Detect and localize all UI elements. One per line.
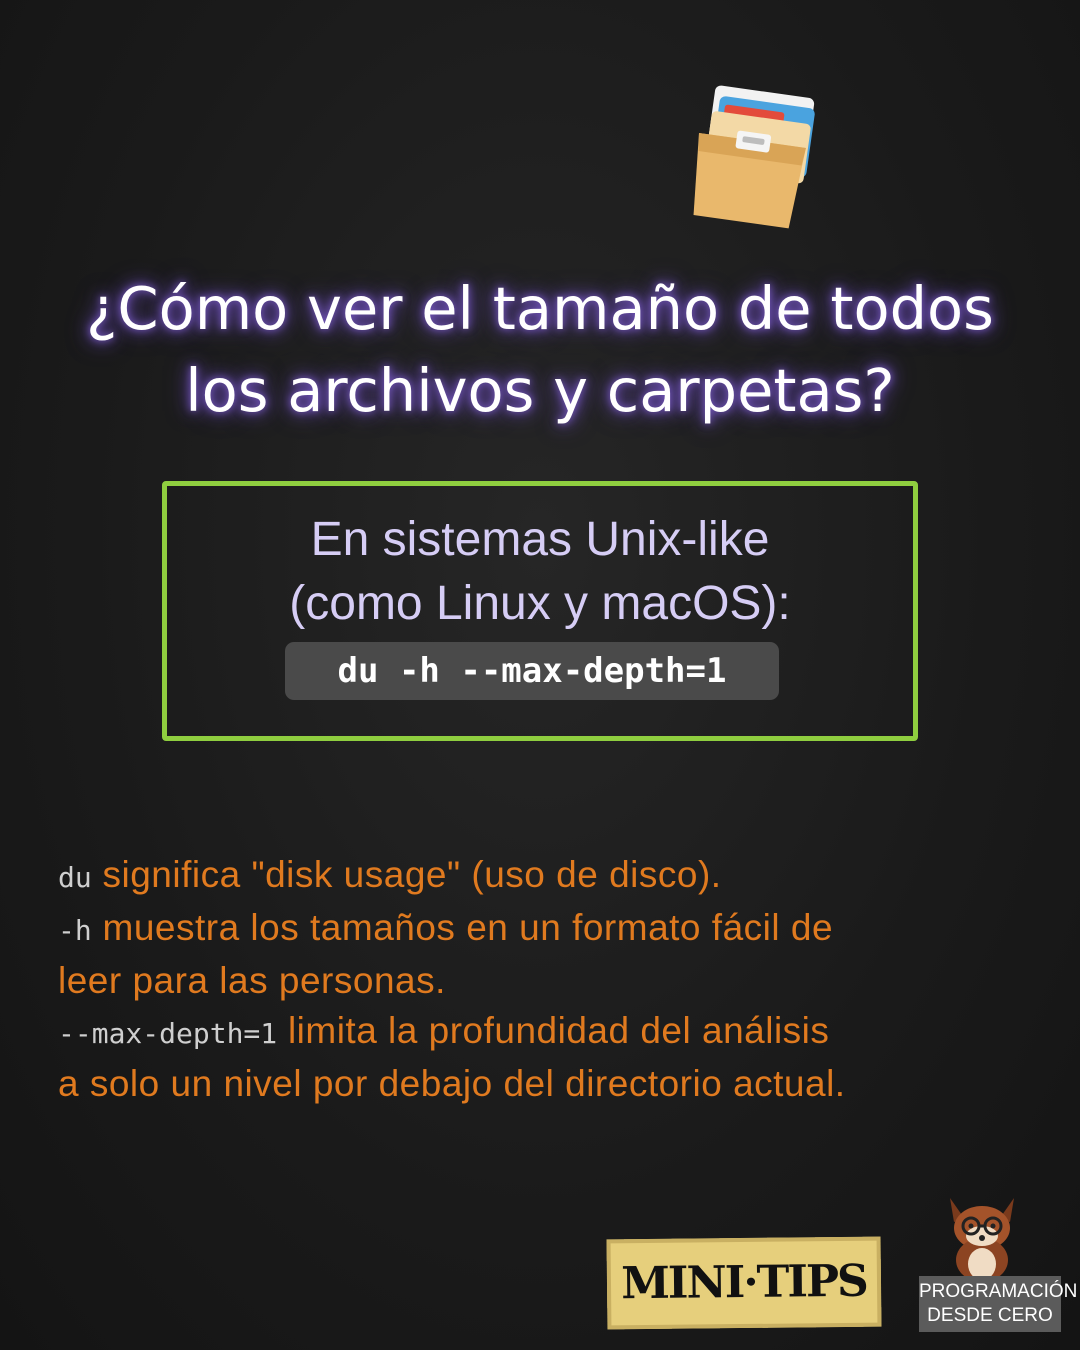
unix-box-line-2: (como Linux y macOS): [289,577,791,630]
title-line-1: ¿Cómo ver el tamaño de todos [86,274,994,343]
explanation-du: du significa "disk usage" (uso de disco)… [58,850,1038,903]
explanation-h: -h muestra los tamaños en un formato fác… [58,903,1038,956]
option-desc-du: significa "disk usage" (uso de disco). [102,854,722,895]
unix-box-heading: En sistemas Unix-like (como Linux y macO… [167,508,913,636]
explanation-list: du significa "disk usage" (uso de disco)… [58,850,1038,1109]
option-desc-max-depth-cont: a solo un nivel por debajo del directori… [58,1063,846,1104]
fox-mascot-icon [950,1198,1014,1280]
file-cabinet-icon [693,85,815,229]
page-title: ¿Cómo ver el tamaño de todos los archivo… [0,268,1080,432]
brand-logo: PROGRAMACIÓN DESDE CERO [919,1276,1078,1332]
command-snippet: du -h --max-depth=1 [285,642,779,700]
option-desc-max-depth: limita la profundidad del análisis [287,1010,830,1051]
explanation-max-depth: --max-depth=1 limita la profundidad del … [58,1006,1038,1059]
brand-line-1: PROGRAMACIÓN [919,1281,1078,1302]
unix-box-line-1: En sistemas Unix-like [310,513,770,566]
option-desc-h: muestra los tamaños en un formato fácil … [102,907,834,948]
mini-tips-badge: MINI·TIPS [606,1236,882,1330]
brand-line-2: DESDE CERO [927,1305,1053,1326]
option-code-du: du [58,861,92,894]
title-line-2: los archivos y carpetas? [185,356,895,425]
option-desc-h-cont: leer para las personas. [58,960,446,1001]
unix-command-box: En sistemas Unix-like (como Linux y macO… [162,481,918,741]
option-code-h: -h [58,914,92,947]
option-code-max-depth: --max-depth=1 [58,1017,278,1050]
